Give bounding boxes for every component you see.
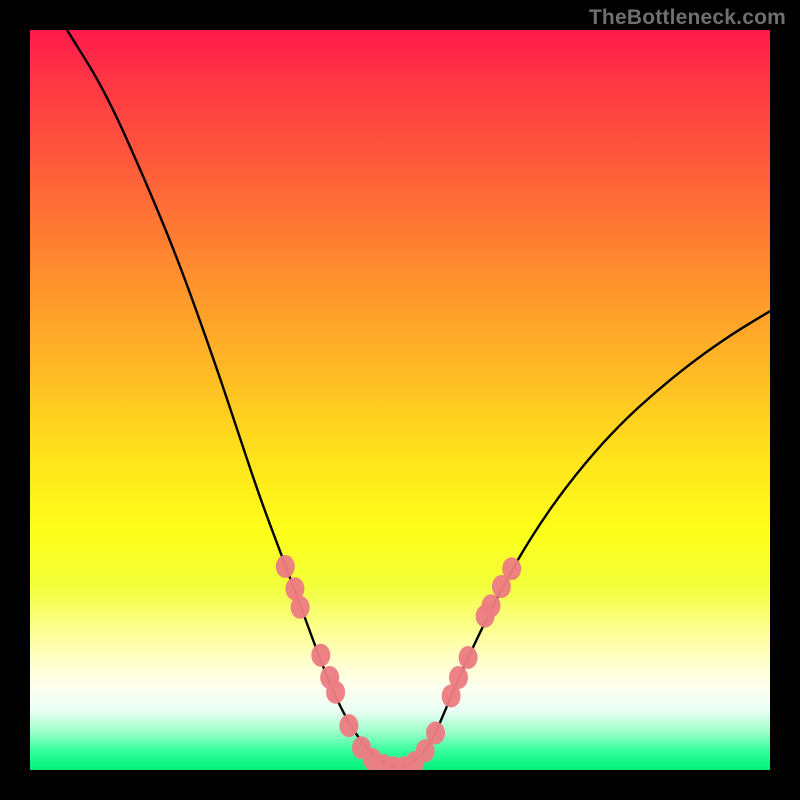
curve-marker (339, 714, 358, 737)
curve-marker (449, 666, 468, 689)
bottleneck-curve (67, 30, 770, 766)
curve-marker (426, 722, 445, 745)
curve-markers (276, 555, 521, 770)
watermark-text: TheBottleneck.com (589, 6, 786, 30)
plot-area (30, 30, 770, 770)
curve-marker (502, 557, 521, 580)
chart-svg (30, 30, 770, 770)
curve-marker (482, 594, 501, 617)
curve-marker (459, 646, 478, 669)
curve-marker (311, 644, 330, 667)
curve-marker (326, 681, 345, 704)
outer-frame: TheBottleneck.com (0, 0, 800, 800)
curve-marker (276, 555, 295, 578)
curve-marker (291, 596, 310, 619)
